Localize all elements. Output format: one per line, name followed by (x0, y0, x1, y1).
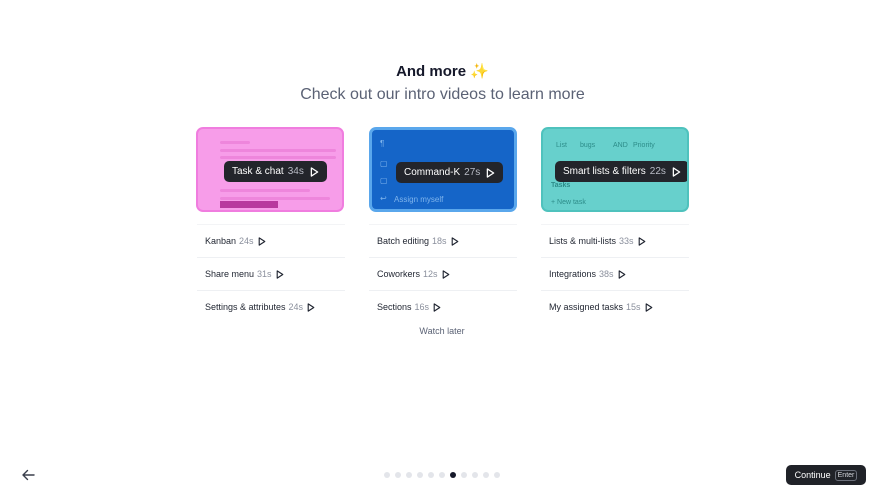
page-subtitle: Check out our intro videos to learn more (300, 86, 585, 103)
play-icon (486, 167, 495, 178)
video-item-batch-editing[interactable]: Batch editing 18s (369, 224, 517, 257)
video-card-task-chat[interactable]: Task & chat 34s (196, 127, 344, 212)
video-item-coworkers[interactable]: Coworkers 12s (369, 257, 517, 290)
video-item-sections[interactable]: Sections 16s (369, 290, 517, 323)
pagination-dot[interactable] (450, 472, 456, 478)
play-icon (638, 236, 645, 246)
video-pill: Smart lists & filters 22s (555, 161, 687, 182)
video-item-my-assigned-tasks[interactable]: My assigned tasks 15s (541, 290, 689, 323)
video-item-settings-attributes[interactable]: Settings & attributes 24s (197, 290, 345, 323)
watch-later-link[interactable]: Watch later (392, 326, 492, 336)
play-icon (433, 302, 441, 312)
video-list-middle: Batch editing 18s Coworkers 12s Sections 16… (369, 224, 517, 323)
list-icon: ▢ (380, 176, 388, 185)
pagination-dot[interactable] (406, 472, 412, 478)
play-icon (645, 302, 652, 312)
pagination-dot[interactable] (395, 472, 401, 478)
video-list-left: Kanban 24s Share menu 31s Settings & attri… (197, 224, 345, 323)
video-item-integrations[interactable]: Integrations 38s (541, 257, 689, 290)
sparkle-icon: ✨ (470, 63, 489, 80)
play-icon (442, 269, 449, 279)
play-icon (307, 302, 315, 312)
video-pill: Command-K 27s (396, 162, 504, 183)
video-item-share-menu[interactable]: Share menu 31s (197, 257, 345, 290)
video-item-kanban[interactable]: Kanban 24s (197, 224, 345, 257)
play-icon (618, 269, 625, 279)
pagination-dot[interactable] (428, 472, 434, 478)
calendar-icon: ▢ (380, 159, 388, 168)
video-pill: Task & chat 34s (224, 161, 327, 182)
video-card-command-k[interactable]: ¶ ▢ ▢ ↩ Assign myself Command-K 27s (369, 127, 517, 212)
pagination-dot[interactable] (494, 472, 500, 478)
play-icon (451, 236, 458, 246)
pagination-dots (384, 472, 500, 478)
video-list-right: Lists & multi-lists 33s Integrations 38s M… (541, 224, 689, 323)
play-icon (672, 166, 681, 177)
page-title: And more ✨ (396, 63, 489, 80)
pagination-dot[interactable] (417, 472, 423, 478)
video-item-lists-multi-lists[interactable]: Lists & multi-lists 33s (541, 224, 689, 257)
paragraph-icon: ¶ (380, 139, 385, 148)
pagination-dot[interactable] (483, 472, 489, 478)
user-icon: ↩ (380, 194, 387, 203)
continue-button[interactable]: Continue Enter (786, 465, 866, 485)
pagination-dot[interactable] (472, 472, 478, 478)
play-icon (310, 166, 319, 177)
pagination-dot[interactable] (384, 472, 390, 478)
pagination-dot[interactable] (439, 472, 445, 478)
back-arrow-icon[interactable] (20, 468, 36, 482)
pagination-dot[interactable] (461, 472, 467, 478)
play-icon (258, 236, 265, 246)
enter-key-hint: Enter (834, 469, 858, 481)
play-icon (276, 269, 283, 279)
video-card-smart-lists[interactable]: List bugs AND Priority Tasks + New task … (541, 127, 689, 212)
